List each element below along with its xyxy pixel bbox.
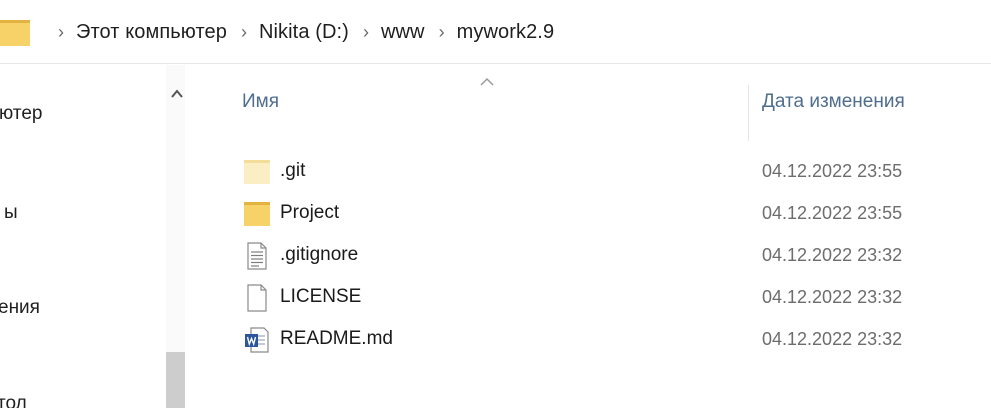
file-name: LICENSE [280,286,362,307]
chevron-up-icon[interactable] [170,87,184,101]
breadcrumb: › Этот компьютер › Nikita (D:) › www › m… [58,0,568,64]
file-row[interactable]: .gitignore 04.12.2022 23:32 [188,235,991,277]
file-name: README.md [280,328,393,349]
column-header-name[interactable]: Имя [242,91,279,113]
nav-item-downloads[interactable]: ения [0,297,40,319]
file-date: 04.12.2022 23:55 [762,161,903,181]
column-divider[interactable] [748,85,749,141]
file-name: Project [280,202,340,223]
file-date: 04.12.2022 23:32 [762,245,903,265]
nav-item-this-pc[interactable]: ютер [0,103,42,125]
file-date: 04.12.2022 23:55 [762,203,903,223]
file-row[interactable]: Project 04.12.2022 23:55 [188,193,991,235]
nav-scrollbar[interactable] [166,65,185,408]
nav-item-desktop[interactable]: тол [0,393,27,408]
file-name: .git [280,160,306,181]
text-file-icon [247,242,267,270]
breadcrumb-drive[interactable]: Nikita (D:) [259,21,349,44]
word-document-icon [245,327,269,353]
address-bar[interactable]: › Этот компьютер › Nikita (D:) › www › m… [0,0,991,64]
folder-icon [244,202,270,226]
file-list: Имя Дата изменения .git 04.12.2022 23:55… [188,65,991,408]
breadcrumb-current-folder[interactable]: mywork2.9 [457,21,555,44]
breadcrumb-www[interactable]: www [381,21,425,44]
scrollbar-thumb[interactable] [166,352,185,408]
file-row[interactable]: README.md 04.12.2022 23:32 [188,319,991,361]
folder-hidden-icon [244,160,270,184]
sort-ascending-icon [480,77,494,86]
folder-icon [0,20,30,46]
file-row[interactable]: LICENSE 04.12.2022 23:32 [188,277,991,319]
file-name: .gitignore [280,244,359,265]
navigation-pane: ютер ы ения тол [0,65,185,408]
chevron-right-icon[interactable]: › [241,22,247,43]
blank-file-icon [247,284,267,312]
nav-item-documents[interactable]: ы [4,202,18,224]
file-date: 04.12.2022 23:32 [762,329,903,349]
breadcrumb-this-pc[interactable]: Этот компьютер [76,21,227,44]
chevron-right-icon[interactable]: › [439,22,445,43]
file-date: 04.12.2022 23:32 [762,287,903,307]
column-header-date-modified[interactable]: Дата изменения [762,91,905,113]
chevron-right-icon[interactable]: › [363,22,369,43]
chevron-right-icon[interactable]: › [58,22,64,43]
file-row[interactable]: .git 04.12.2022 23:55 [188,151,991,193]
